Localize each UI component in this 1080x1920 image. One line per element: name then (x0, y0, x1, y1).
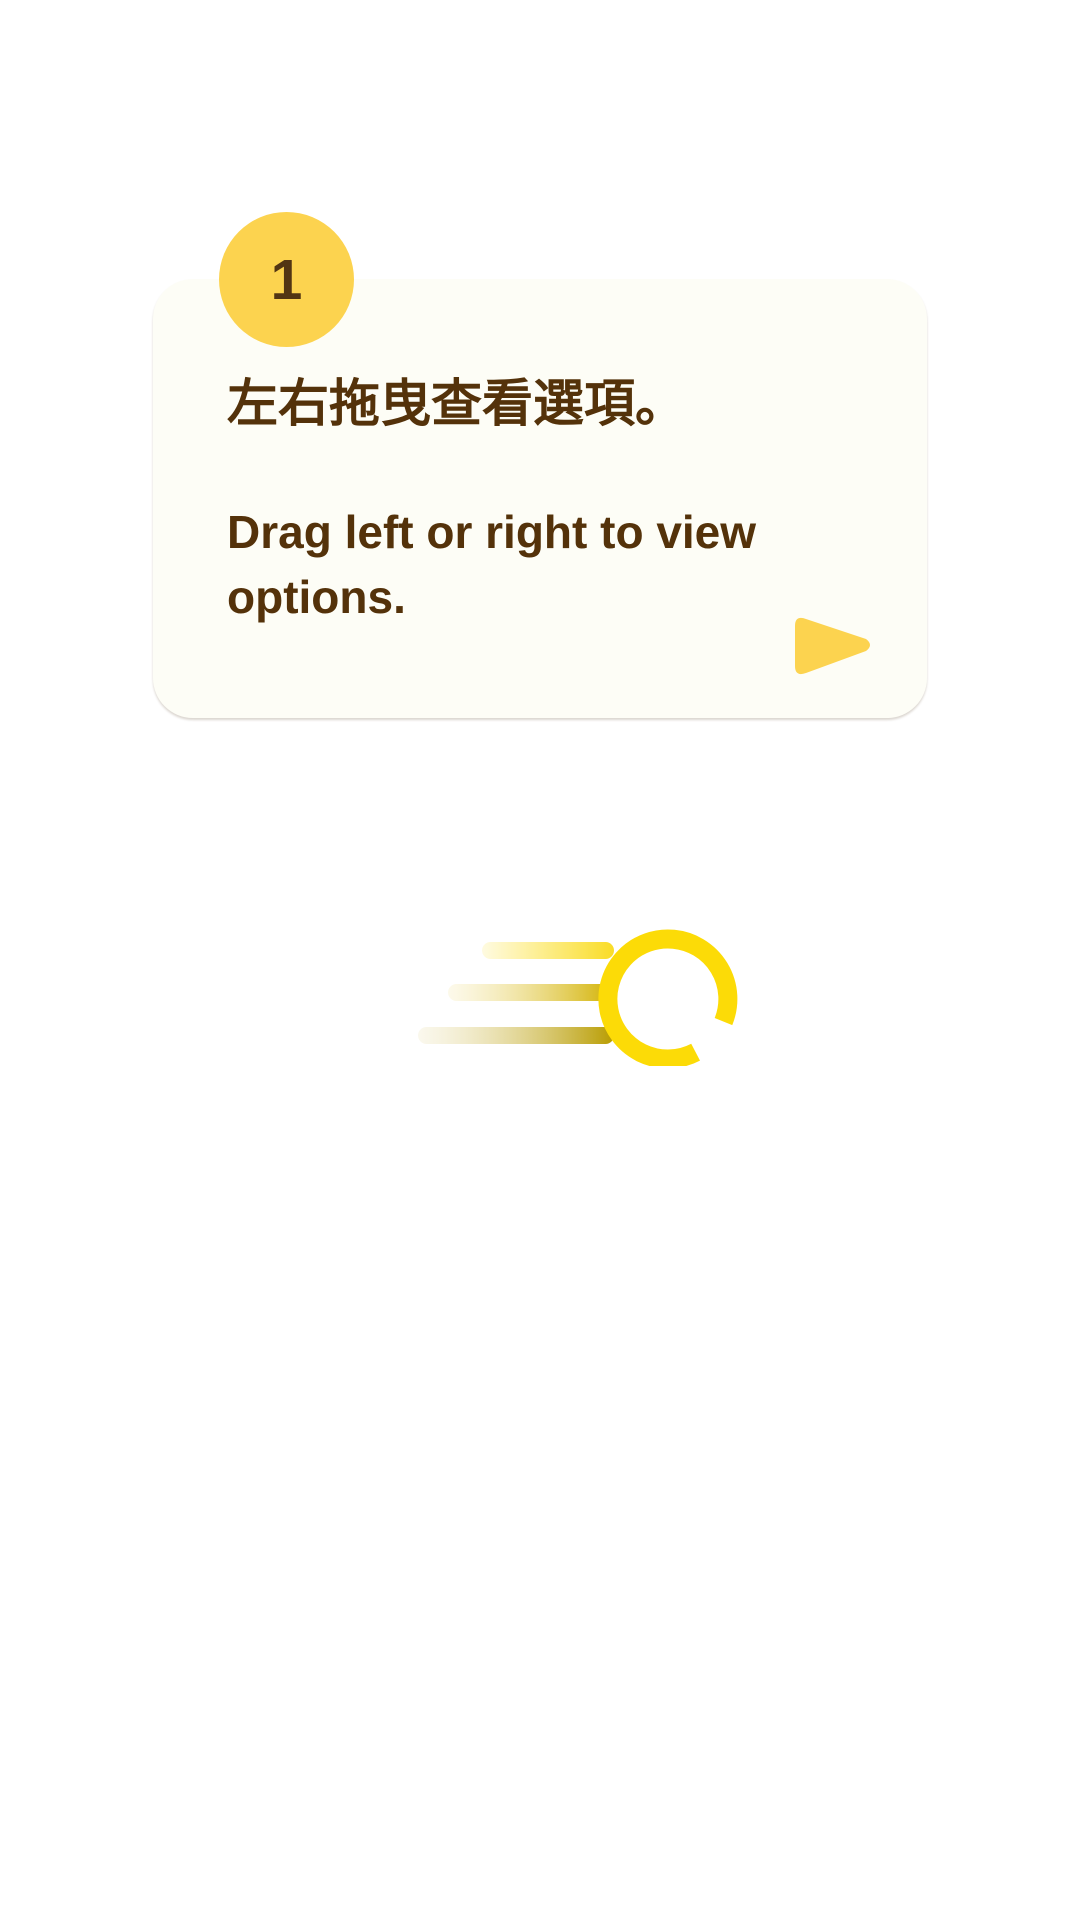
tip-text-chinese: 左右拖曳查看選項。 (227, 375, 687, 434)
loading-ring-icon (598, 929, 738, 1066)
motion-lines-icon (418, 942, 614, 1044)
step-number: 1 (270, 247, 303, 312)
tip-text-english: Drag left or right to view options. (227, 506, 757, 623)
swipe-loading-illustration (418, 929, 738, 1066)
next-button[interactable] (792, 615, 876, 677)
onboarding-page: 1 左右拖曳查看選項。 Drag left or right to view o… (0, 0, 1080, 1920)
step-badge: 1 (219, 212, 354, 347)
play-triangle-icon (795, 617, 870, 675)
